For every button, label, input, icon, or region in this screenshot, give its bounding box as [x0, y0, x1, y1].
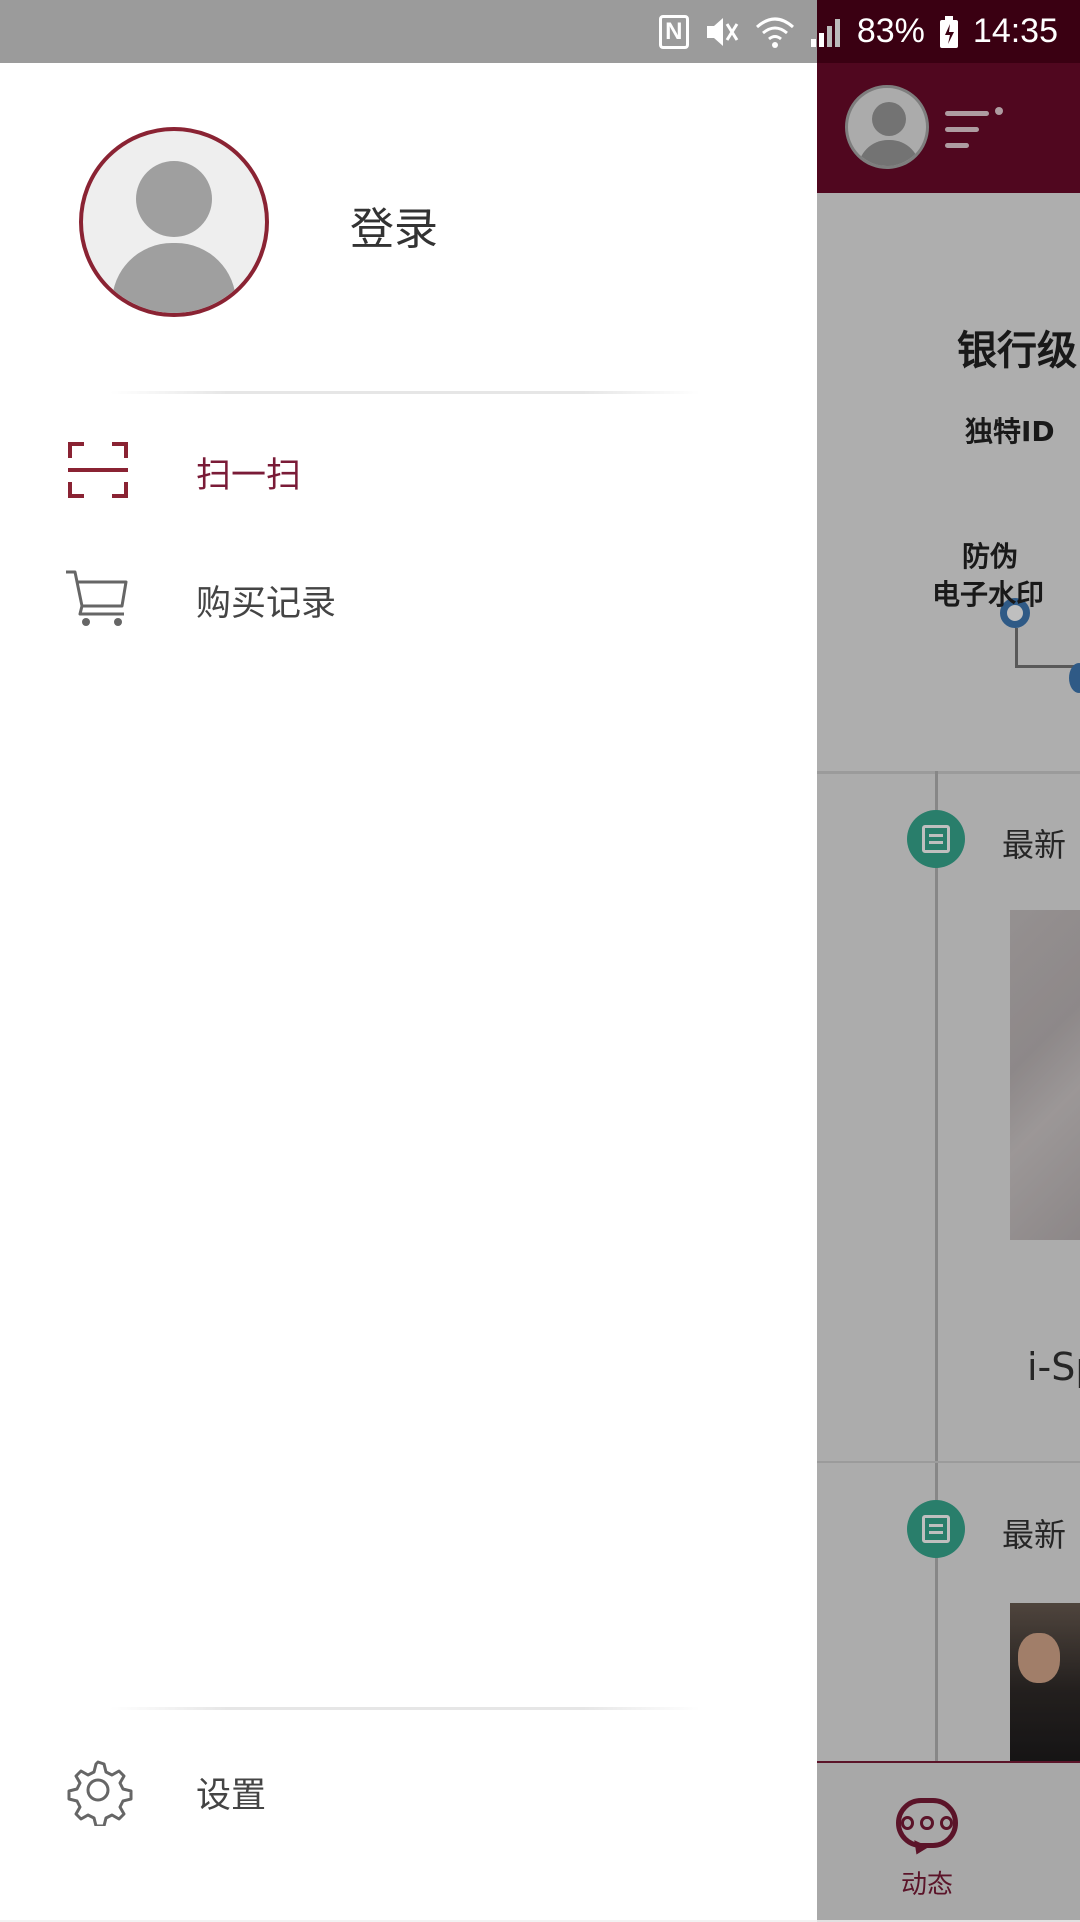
drawer-divider [110, 1707, 700, 1710]
menu-item-scan[interactable]: 扫一扫 [0, 415, 817, 525]
login-link[interactable]: 登录 [350, 193, 438, 257]
wifi-icon [755, 15, 795, 49]
menu-item-purchase-history[interactable]: 购买记录 [0, 543, 817, 653]
nfc-icon: N [658, 14, 689, 49]
drawer-scrim[interactable] [817, 63, 1080, 1920]
menu-label-purchase-history: 购买记录 [196, 584, 337, 624]
signal-icon [809, 15, 843, 49]
profile-avatar[interactable] [79, 127, 269, 317]
menu-label-scan: 扫一扫 [196, 456, 302, 496]
battery-percent: 83% [856, 12, 925, 50]
status-icons: N 83% 14:35 [658, 0, 1058, 63]
scan-icon [68, 442, 128, 498]
clock: 14:35 [972, 12, 1058, 50]
battery-icon [939, 15, 959, 49]
status-bar: N 83% 14:35 [0, 0, 1080, 63]
navigation-drawer: 登录 扫一扫 购买记录 设置 [0, 63, 817, 1920]
cart-icon [66, 570, 128, 626]
mute-icon [703, 14, 741, 50]
menu-label-settings: 设置 [196, 1776, 267, 1816]
menu-item-settings[interactable]: 设置 [0, 1735, 817, 1845]
gear-icon [67, 1760, 133, 1826]
drawer-divider [110, 391, 700, 394]
